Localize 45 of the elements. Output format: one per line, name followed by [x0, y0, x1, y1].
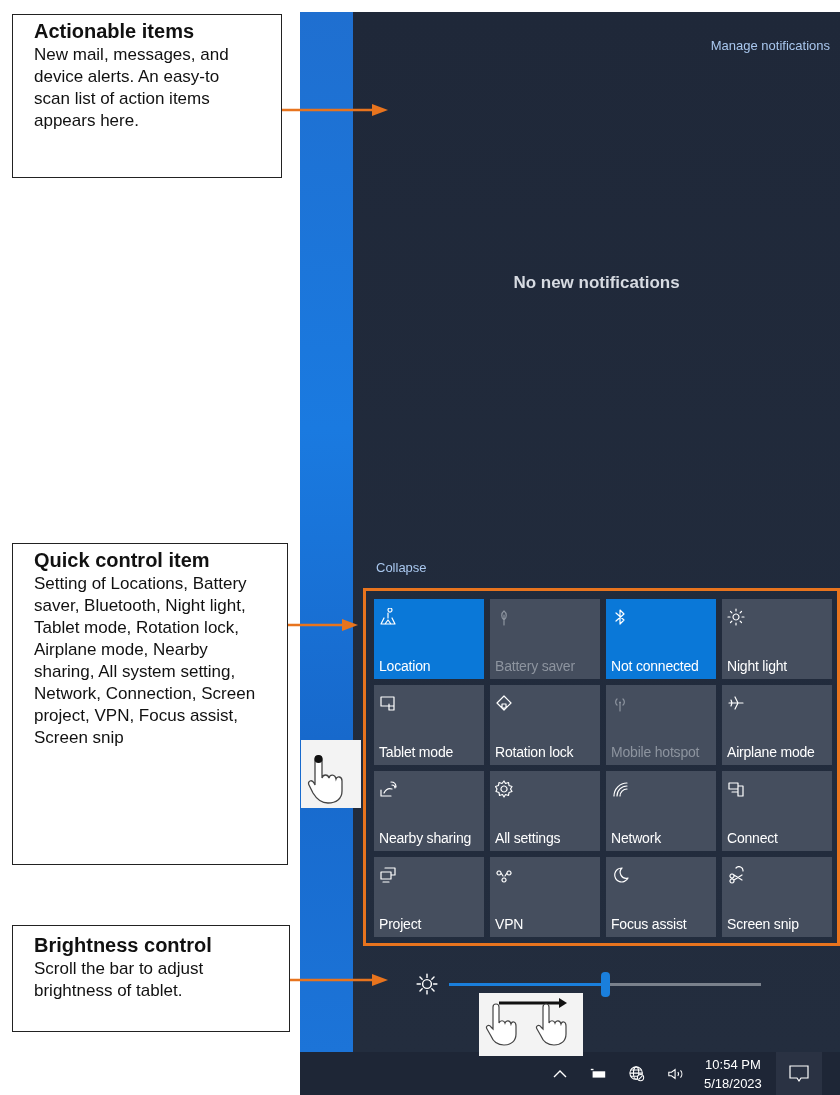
quick-action-tile[interactable]: Connect — [722, 771, 832, 851]
callout-text: New mail, messages, and device alerts. An easy-to scan list of action items appears here. — [34, 44, 230, 132]
callout-text: Scroll the bar to adjust brightness of tablet. — [34, 958, 205, 1002]
quick-action-tile[interactable]: Focus assist — [606, 857, 716, 937]
speaker-icon[interactable] — [667, 1065, 685, 1082]
monitors-icon — [379, 866, 397, 884]
sun-icon — [727, 608, 745, 626]
clock-time[interactable]: 10:54 PM — [705, 1054, 761, 1074]
quick-action-tile[interactable]: Rotation lock — [490, 685, 600, 765]
wifi-icon — [611, 780, 629, 798]
callout-title: Quick control item — [34, 548, 211, 573]
quick-action-tile[interactable]: Night light — [722, 599, 832, 679]
airplane-icon — [727, 694, 745, 712]
quick-action-tile[interactable]: Screen snip — [722, 857, 832, 937]
quick-action-tile[interactable]: Not connected — [606, 599, 716, 679]
callout-text: Setting of Locations, Battery saver, Bluetooth, Night light, Tablet mode, Rotation lock, Airplane mode, Nearby sharing, All system setting, Network, Connection, Screen project, VPN, Focus assist, Screen snip — [34, 573, 257, 749]
manage-notifications-link[interactable]: Manage notifications — [710, 37, 830, 55]
quick-action-tile[interactable]: VPN — [490, 857, 600, 937]
notification-button[interactable] — [775, 1052, 822, 1095]
settings-icon — [495, 780, 513, 798]
quick-action-tile[interactable]: Nearby sharing — [374, 771, 484, 851]
quick-action-tile[interactable]: All settings — [490, 771, 600, 851]
collapse-link[interactable]: Collapse — [376, 560, 427, 575]
brightness-icon — [416, 973, 438, 995]
speech-bubble-icon — [788, 1064, 809, 1083]
share-icon — [379, 780, 397, 798]
scissors-icon — [727, 866, 745, 884]
callout-title: Actionable items — [34, 19, 196, 44]
slider-thumb[interactable] — [601, 971, 610, 997]
person-pin-icon — [379, 608, 397, 626]
callout-title: Brightness control — [34, 933, 213, 958]
swipe-gesture-icon — [479, 993, 583, 1056]
clock-date[interactable]: 5/18/2023 — [704, 1073, 762, 1093]
monitor-icon — [727, 780, 745, 798]
quick-action-tile[interactable]: Location — [374, 599, 484, 679]
globe-icon[interactable] — [628, 1065, 646, 1082]
moon-icon — [611, 866, 629, 884]
tablet-icon — [379, 694, 397, 712]
quick-action-tile[interactable]: Tablet mode — [374, 685, 484, 765]
pointer-arrow — [288, 618, 358, 632]
tap-gesture-icon — [301, 740, 361, 808]
quick-action-tile[interactable]: Airplane mode — [722, 685, 832, 765]
quick-action-tile[interactable]: Network — [606, 771, 716, 851]
empty-message: No new notifications — [513, 273, 680, 293]
quick-action-tile[interactable]: Project — [374, 857, 484, 937]
